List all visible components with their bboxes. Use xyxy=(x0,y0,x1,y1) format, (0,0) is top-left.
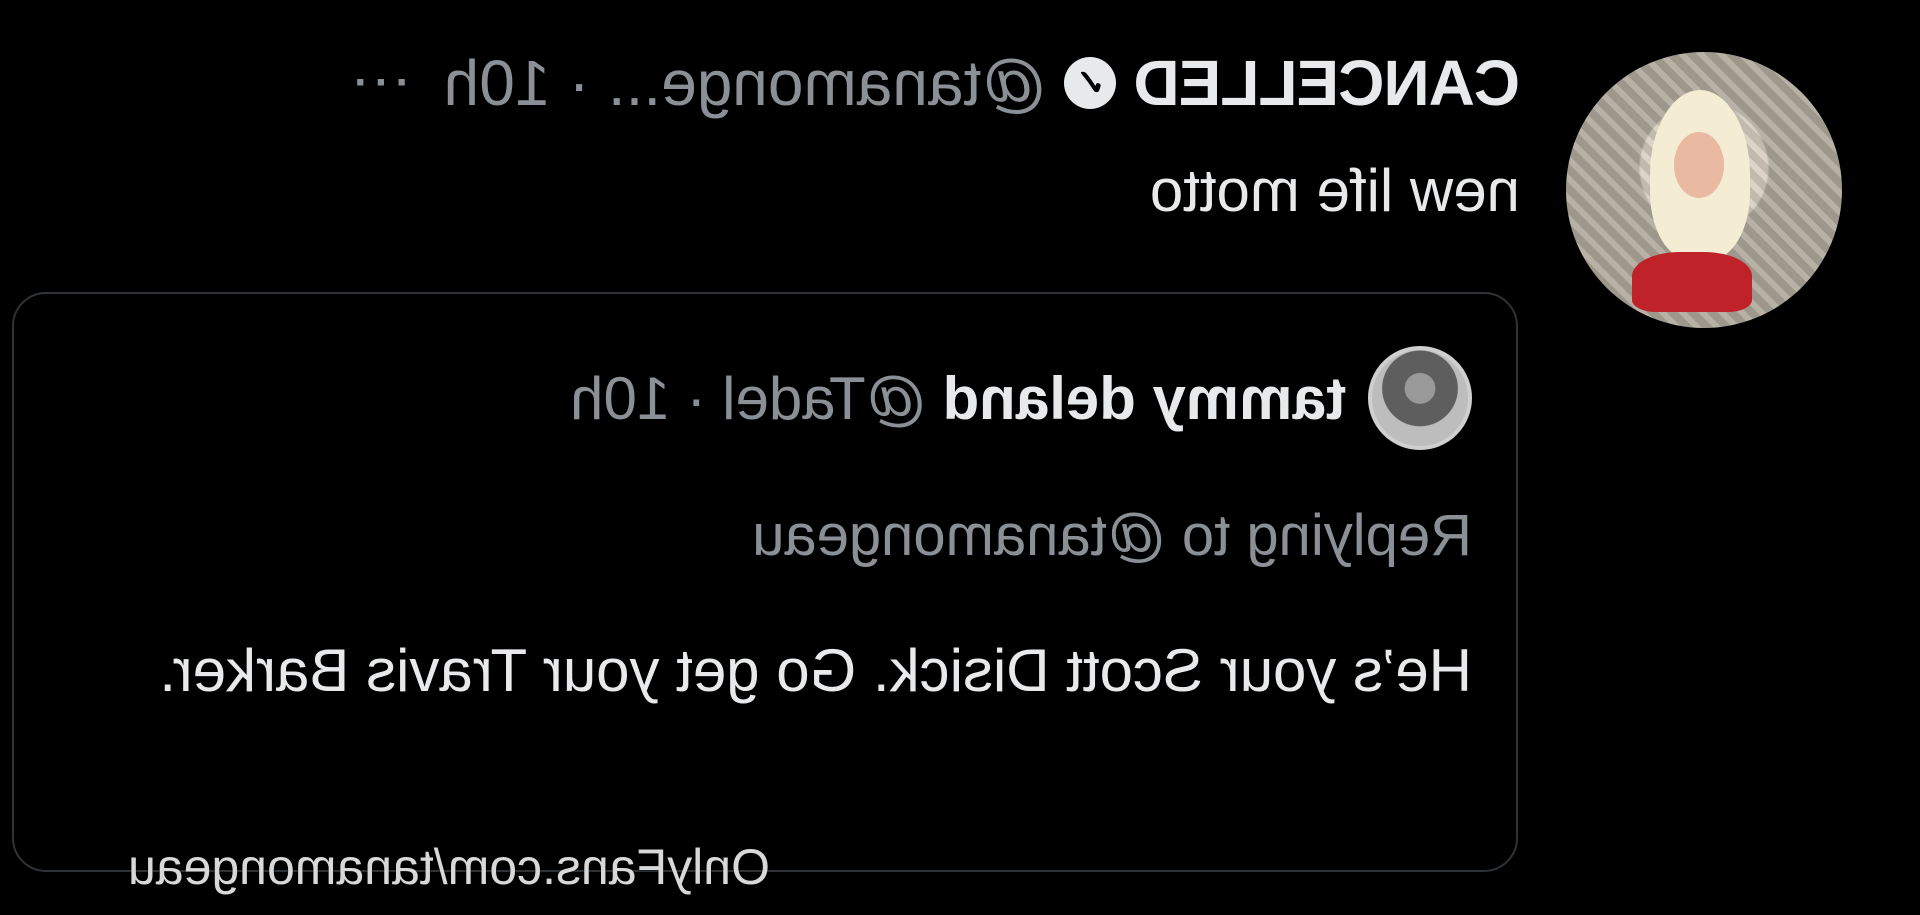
author-avatar[interactable] xyxy=(1566,52,1842,328)
quoted-tweet-header: tammy deland @Tadel · 10h xyxy=(570,346,1472,450)
verified-badge-icon: ✓ xyxy=(1064,57,1117,109)
replying-to-label: Replying to @tanamongeau xyxy=(752,503,1472,568)
avatar-face xyxy=(1674,132,1724,198)
tweet-header: CANCELLED ✓ @tanamonge... · 10h ··· xyxy=(346,46,1520,120)
quoted-author-avatar[interactable] xyxy=(1368,346,1472,450)
quoted-tweet-timestamp[interactable]: 10h xyxy=(570,364,670,433)
watermark-text: OnlyFans.com/tanamongeau xyxy=(127,839,770,895)
mirrored-screenshot: CANCELLED ✓ @tanamonge... · 10h ··· new … xyxy=(0,0,1920,915)
quoted-tweet-text: He’s your Scott Disick. Go get your Trav… xyxy=(159,637,1472,704)
tweet-timestamp[interactable]: 10h xyxy=(444,46,551,120)
author-display-name[interactable]: CANCELLED xyxy=(1134,46,1520,120)
quoted-header-separator: · xyxy=(686,364,707,432)
header-separator: · xyxy=(568,47,590,119)
author-handle[interactable]: @tanamonge... xyxy=(608,46,1047,120)
tweet-text: new life motto xyxy=(1149,157,1520,224)
quoted-tweet-card[interactable]: tammy deland @Tadel · 10h Replying to @t… xyxy=(12,292,1518,872)
quoted-author-handle[interactable]: @Tadel xyxy=(722,364,926,433)
more-options-icon[interactable]: ··· xyxy=(346,58,408,108)
quoted-author-display-name[interactable]: tammy deland xyxy=(943,364,1346,433)
avatar-top xyxy=(1632,252,1752,312)
